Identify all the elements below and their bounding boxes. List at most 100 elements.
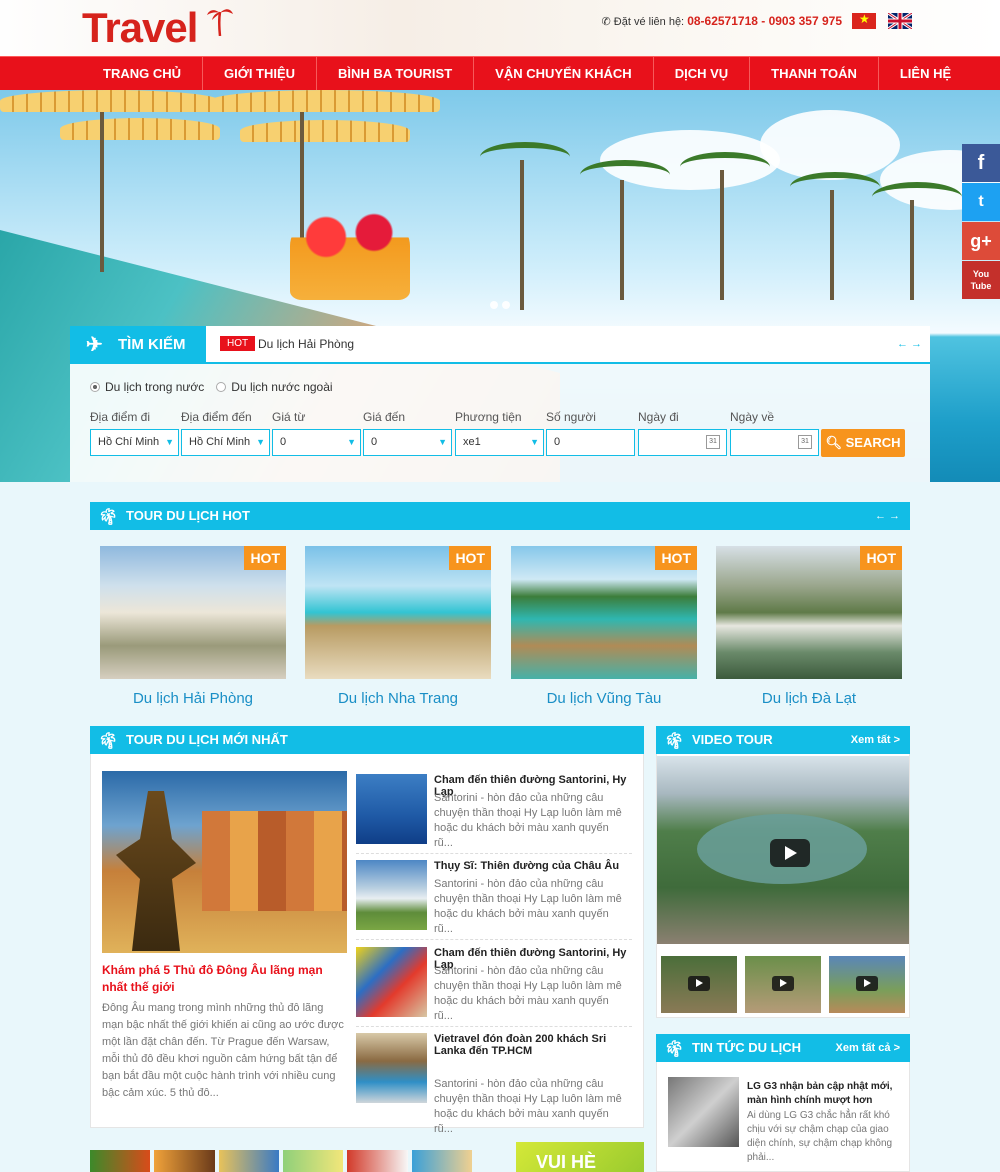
gallery-image[interactable] (411, 1150, 472, 1172)
featured-tour-image[interactable] (102, 771, 347, 953)
radio-domestic[interactable]: Du lịch trong nước (90, 380, 204, 394)
site-logo[interactable]: Travel (82, 4, 198, 52)
hot-badge: HOT (220, 336, 256, 351)
featured-tour-desc: Đông Âu mang trong mình những thủ đô lãn… (102, 1002, 344, 1099)
vietnamese-flag-icon[interactable] (852, 12, 876, 29)
news-thumbnail[interactable] (356, 1033, 427, 1103)
tour-name-link[interactable]: Du lịch Nha Trang (305, 690, 491, 707)
chevron-down-icon: ▼ (256, 437, 265, 447)
nav-item-payment[interactable]: THANH TOÁN (750, 57, 879, 91)
gallery-image[interactable] (282, 1150, 344, 1172)
play-icon[interactable] (772, 976, 794, 991)
tour-name-link[interactable]: Du lịch Hải Phòng (100, 690, 286, 707)
field-to-label: Địa điểm đến (181, 410, 252, 424)
news-thumbnail[interactable] (356, 947, 427, 1017)
nav-item-about[interactable]: GIỚI THIỆU (203, 57, 318, 91)
list-item[interactable]: Cham đến thiên đường Santorini, Hy Lạp S… (356, 947, 632, 1027)
slider-dots[interactable] (488, 296, 512, 314)
nav-item-binh-ba-tourist[interactable]: BÌNH BA TOURIST (317, 57, 475, 91)
contact-phones[interactable]: 08-62571718 - 0903 357 975 (687, 14, 842, 28)
nav-item-home[interactable]: TRANG CHỦ (82, 57, 203, 91)
nav-item-transport[interactable]: VẬN CHUYỂN KHÁCH (474, 57, 654, 91)
hot-tour-card[interactable]: HOT Du lịch Hải Phòng (100, 546, 286, 707)
hot-ticker-link[interactable]: Du lịch Hải Phòng (258, 337, 354, 351)
palm-icon: 🌴︎ (664, 733, 685, 750)
summer-banner[interactable]: VUI HÈ (516, 1142, 644, 1172)
latest-tours-header: 🌴︎ TOUR DU LỊCH MỚI NHẤT (90, 726, 644, 754)
google-plus-icon[interactable]: g+ (962, 222, 1000, 260)
from-select[interactable]: Hồ Chí Minh ▼ (90, 429, 179, 456)
list-item[interactable]: Thụy Sĩ: Thiên đường của Châu Âu Santori… (356, 860, 632, 940)
gallery-image[interactable] (154, 1150, 215, 1172)
search-icon: 🔍︎ (825, 435, 842, 450)
tour-image[interactable]: HOT (305, 546, 491, 679)
english-flag-icon[interactable] (888, 13, 912, 29)
list-item-title[interactable]: LG G3 nhận bản cập nhật mới, màn hình ch… (747, 1080, 907, 1108)
hot-tour-card[interactable]: HOT Du lịch Đà Lạt (716, 546, 902, 707)
news-thumbnail[interactable] (356, 860, 427, 930)
news-more-link[interactable]: Xem tất cả > (835, 1034, 900, 1062)
tour-name-link[interactable]: Du lịch Đà Lạt (716, 690, 902, 707)
tour-image[interactable]: HOT (716, 546, 902, 679)
field-price-to-label: Giá đến (363, 410, 406, 424)
video-thumbnail[interactable] (661, 956, 737, 1013)
people-input[interactable]: 0 (546, 429, 635, 456)
tour-image[interactable]: HOT (100, 546, 286, 679)
summer-banner-text: VUI HÈ (536, 1152, 597, 1172)
radio-domestic-label: Du lịch trong nước (105, 380, 205, 394)
calendar-icon[interactable]: 31 (706, 435, 720, 449)
nav-item-services[interactable]: DỊCH VỤ (654, 57, 751, 91)
field-vehicle-label: Phương tiện (455, 410, 522, 424)
latest-tours-title: TOUR DU LỊCH MỚI NHẤT (126, 732, 288, 747)
video-more-link[interactable]: Xem tất > (851, 726, 900, 754)
depart-date-input[interactable]: 31 (638, 429, 727, 456)
list-item[interactable]: Cham đến thiên đường Santorini, Hy Lạp S… (356, 774, 632, 854)
gallery-image[interactable] (347, 1150, 408, 1172)
featured-tour-title[interactable]: Khám phá 5 Thủ đô Đông Âu lãng mạn nhất … (102, 962, 347, 996)
return-date-input[interactable]: 31 (730, 429, 819, 456)
nav-item-contact[interactable]: LIÊN HỆ (879, 57, 972, 91)
list-item[interactable]: Vietravel đón đoàn 200 khách Sri Lanka đ… (356, 1033, 632, 1135)
search-button-label: SEARCH (845, 435, 901, 450)
list-item-title[interactable]: Thụy Sĩ: Thiên đường của Châu Âu (434, 860, 619, 872)
chevron-down-icon: ▼ (530, 437, 539, 447)
plane-icon: ✈ (86, 334, 103, 356)
field-people-label: Số người (546, 410, 596, 424)
search-tab-label: TÌM KIẾM (118, 336, 186, 353)
hot-tour-card[interactable]: HOT Du lịch Vũng Tàu (511, 546, 697, 707)
video-thumbnail[interactable] (829, 956, 905, 1013)
search-button[interactable]: 🔍︎ SEARCH (821, 429, 905, 457)
field-people: Số người 0 (546, 410, 635, 456)
field-price-to: Giá đến 0 ▼ (363, 410, 452, 456)
news-thumbnail[interactable] (356, 774, 427, 844)
video-thumbnail[interactable] (745, 956, 821, 1013)
ticker-arrows[interactable]: ← → (897, 338, 922, 350)
price-from-select[interactable]: 0 ▼ (272, 429, 361, 456)
to-select[interactable]: Hồ Chí Minh ▼ (181, 429, 270, 456)
gallery-image[interactable] (90, 1150, 151, 1172)
list-item-title[interactable]: Vietravel đón đoàn 200 khách Sri Lanka đ… (434, 1033, 630, 1057)
youtube-icon[interactable]: You Tube (962, 261, 1000, 299)
price-to-select[interactable]: 0 ▼ (363, 429, 452, 456)
vehicle-select[interactable]: xe1 ▼ (455, 429, 544, 456)
news-thumbnail[interactable] (668, 1077, 739, 1147)
facebook-icon[interactable]: f (962, 144, 1000, 182)
tour-image[interactable]: HOT (511, 546, 697, 679)
video-player[interactable] (657, 756, 909, 944)
twitter-icon[interactable]: t (962, 183, 1000, 221)
hot-tours-arrows[interactable]: ← → (875, 502, 900, 530)
hot-tour-card[interactable]: HOT Du lịch Nha Trang (305, 546, 491, 707)
radio-foreign[interactable]: Du lịch nước ngoài (216, 380, 333, 394)
main-nav: TRANG CHỦ GIỚI THIỆU BÌNH BA TOURIST VẬN… (0, 56, 1000, 91)
tour-name-link[interactable]: Du lịch Vũng Tàu (511, 690, 697, 707)
news-title: TIN TỨC DU LỊCH (692, 1040, 801, 1055)
play-icon[interactable] (770, 839, 810, 867)
search-tab[interactable]: ✈ TÌM KIẾM (70, 326, 206, 364)
list-item-desc: Santorini - hòn đảo của những câu chuyện… (434, 1078, 622, 1135)
play-icon[interactable] (688, 976, 710, 991)
gallery-image[interactable] (218, 1150, 279, 1172)
calendar-icon[interactable]: 31 (798, 435, 812, 449)
list-item-desc: Santorini - hòn đảo của những câu chuyện… (434, 878, 622, 935)
hot-tours-header: 🌴︎ TOUR DU LỊCH HOT ← → (90, 502, 910, 530)
play-icon[interactable] (856, 976, 878, 991)
